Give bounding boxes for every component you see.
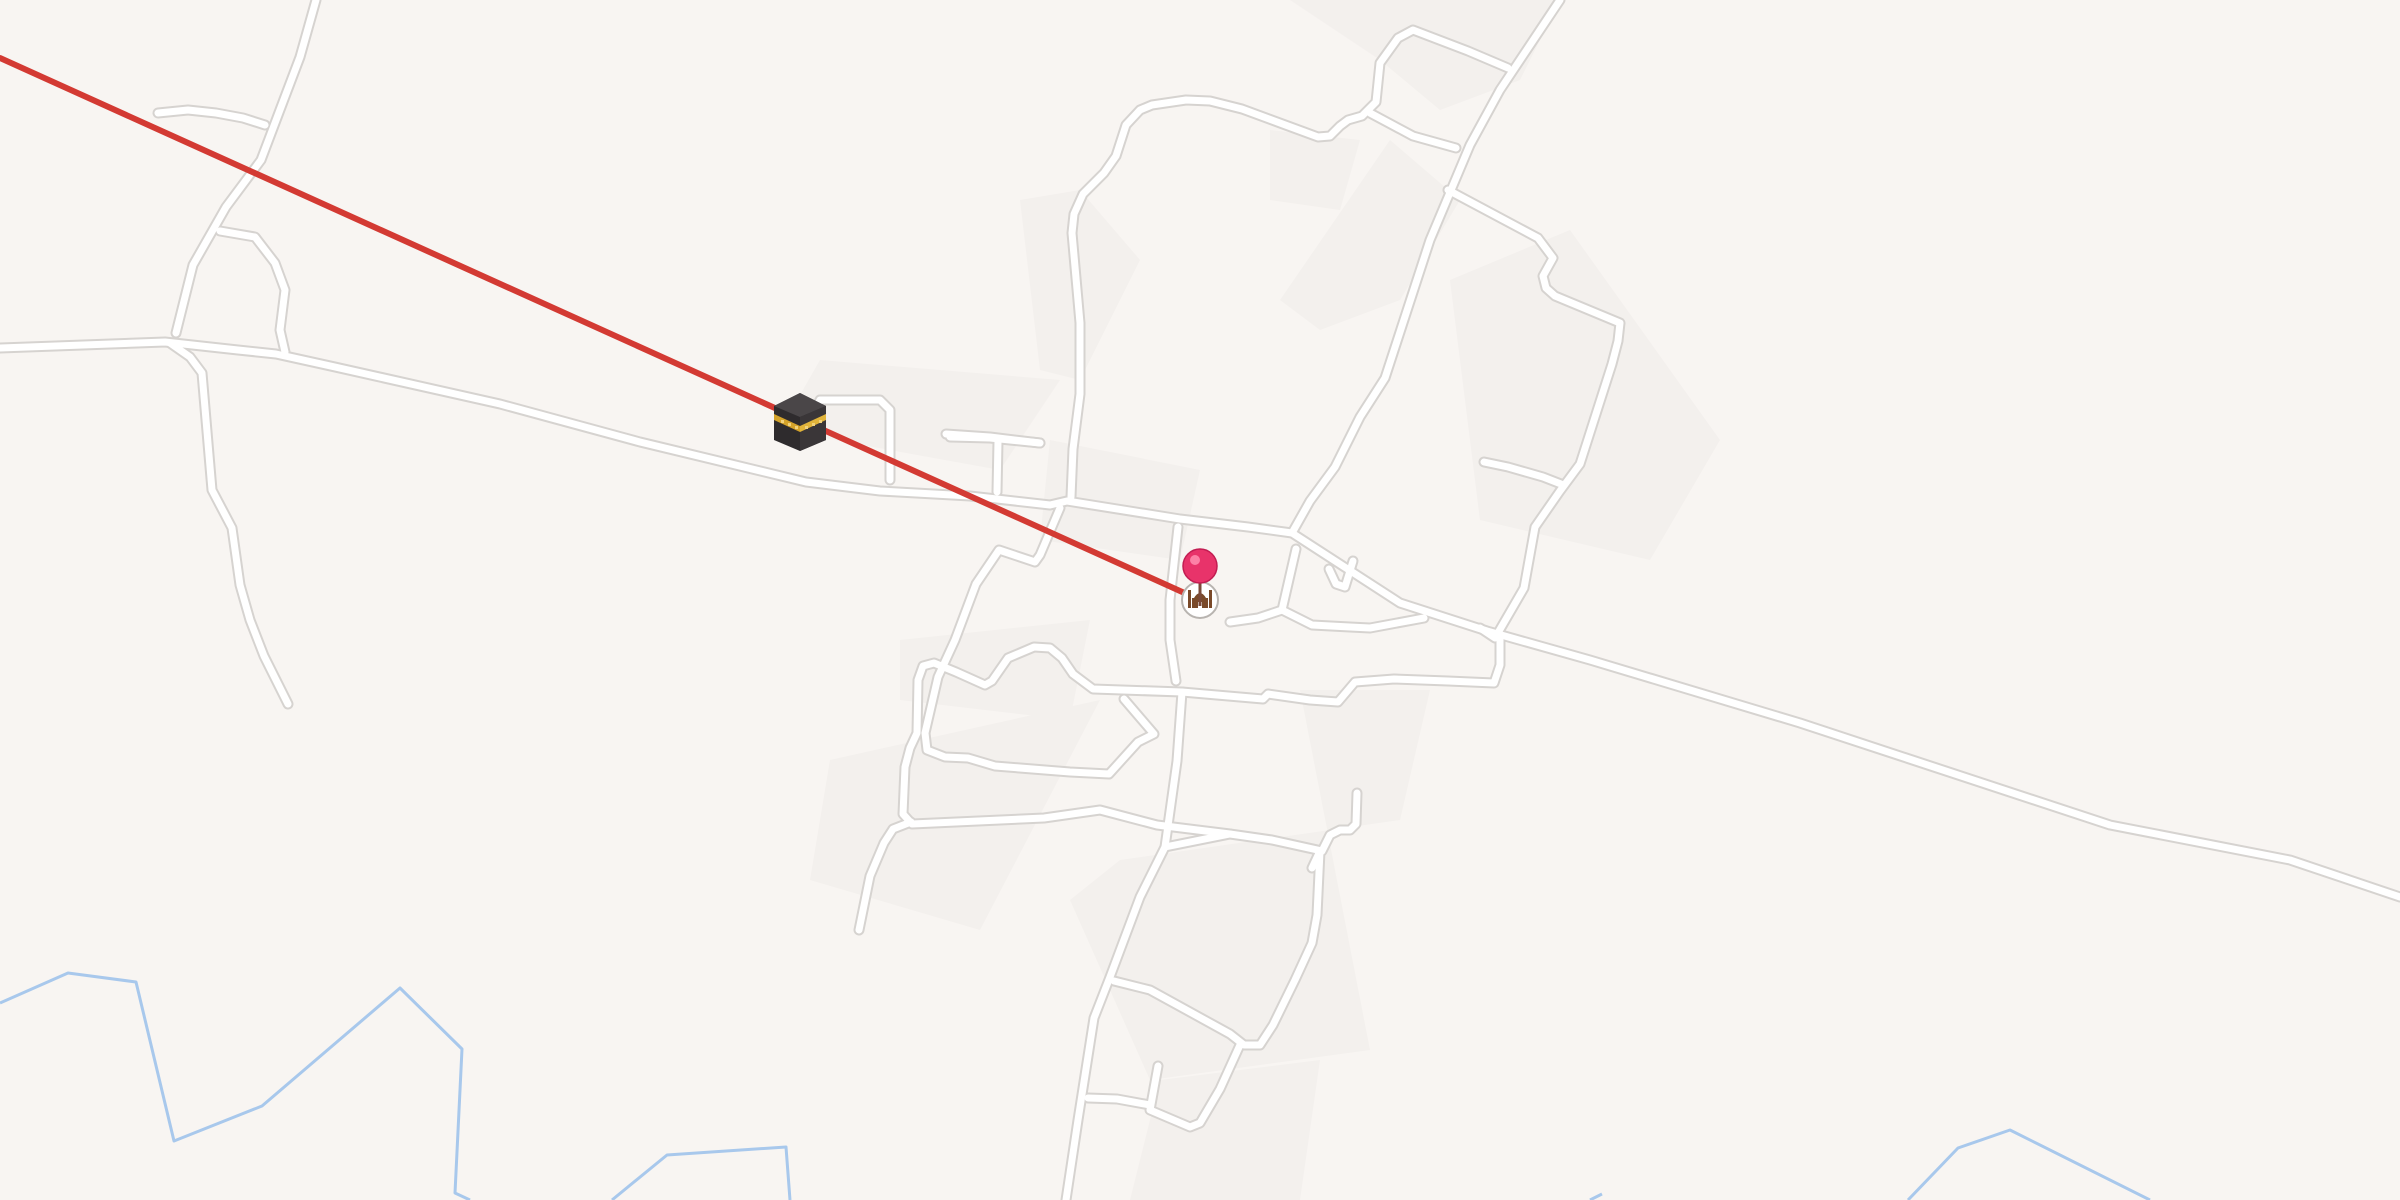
map-canvas[interactable]: [0, 0, 2400, 1200]
landuse-areas: [780, 0, 1720, 1200]
map-layers: [0, 0, 2400, 1200]
